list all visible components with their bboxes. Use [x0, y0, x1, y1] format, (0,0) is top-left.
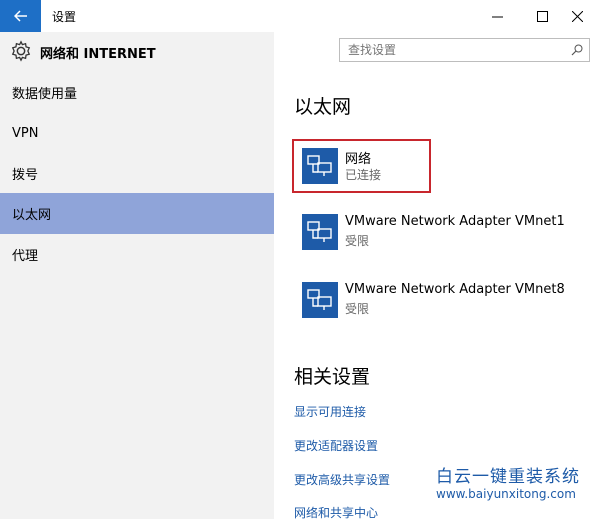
main-content: 以太网 网络 已连接 VMware Network Adapter VMnet1… — [274, 72, 599, 519]
watermark-url: www.baiyunxitong.com — [436, 487, 576, 501]
back-arrow-icon — [13, 10, 27, 22]
sidebar-item-dialup[interactable]: 拨号 — [0, 153, 274, 194]
network-adapter-icon — [302, 214, 338, 250]
close-button[interactable] — [555, 0, 599, 32]
link-network-sharing-center[interactable]: 网络和共享中心 — [294, 504, 378, 519]
network-item-vmnet8[interactable]: VMware Network Adapter VMnet8 受限 — [302, 280, 592, 320]
sidebar-item-data-usage[interactable]: 数据使用量 — [0, 72, 274, 113]
sidebar-item-vpn[interactable]: VPN — [0, 113, 274, 154]
gear-icon — [11, 40, 31, 62]
back-button[interactable] — [0, 0, 41, 32]
network-status: 受限 — [345, 234, 370, 248]
network-item-vmnet1[interactable]: VMware Network Adapter VMnet1 受限 — [302, 212, 592, 252]
settings-header: 网络和 INTERNET — [0, 32, 274, 72]
network-status: 受限 — [345, 302, 370, 316]
maximize-icon — [536, 10, 548, 22]
network-item-ethernet[interactable]: 网络 已连接 — [302, 146, 592, 186]
watermark-title: 白云一键重装系统 — [436, 467, 580, 487]
link-change-adapter-settings[interactable]: 更改适配器设置 — [294, 437, 378, 454]
minimize-icon — [491, 16, 503, 17]
sidebar-item-proxy[interactable]: 代理 — [0, 234, 274, 275]
network-adapter-icon — [302, 148, 338, 184]
title-bar: 设置 — [0, 0, 599, 32]
sidebar-item-label: 代理 — [12, 249, 39, 264]
search-icon[interactable] — [571, 44, 583, 56]
network-status: 已连接 — [345, 168, 382, 182]
sidebar-item-label: 以太网 — [12, 208, 52, 223]
close-icon — [571, 10, 583, 22]
page-title: 以太网 — [294, 96, 352, 118]
related-settings-heading: 相关设置 — [294, 366, 371, 388]
sidebar-item-ethernet[interactable]: 以太网 — [0, 193, 274, 234]
sidebar-item-label: 拨号 — [12, 168, 39, 183]
network-name: VMware Network Adapter VMnet1 — [345, 214, 565, 229]
sidebar-item-label: 数据使用量 — [12, 87, 78, 102]
sidebar: 数据使用量 VPN 拨号 以太网 代理 — [0, 72, 274, 519]
minimize-button[interactable] — [475, 0, 519, 32]
network-adapter-icon — [302, 282, 338, 318]
link-change-advanced-sharing[interactable]: 更改高级共享设置 — [294, 471, 390, 488]
network-name: 网络 — [345, 152, 372, 167]
window-title: 设置 — [52, 10, 77, 24]
link-show-available-connections[interactable]: 显示可用连接 — [294, 403, 366, 420]
search-box[interactable] — [339, 38, 590, 62]
search-input[interactable] — [340, 43, 560, 57]
sidebar-item-label: VPN — [12, 126, 39, 141]
network-name: VMware Network Adapter VMnet8 — [345, 282, 565, 297]
section-title: 网络和 INTERNET — [40, 47, 156, 62]
